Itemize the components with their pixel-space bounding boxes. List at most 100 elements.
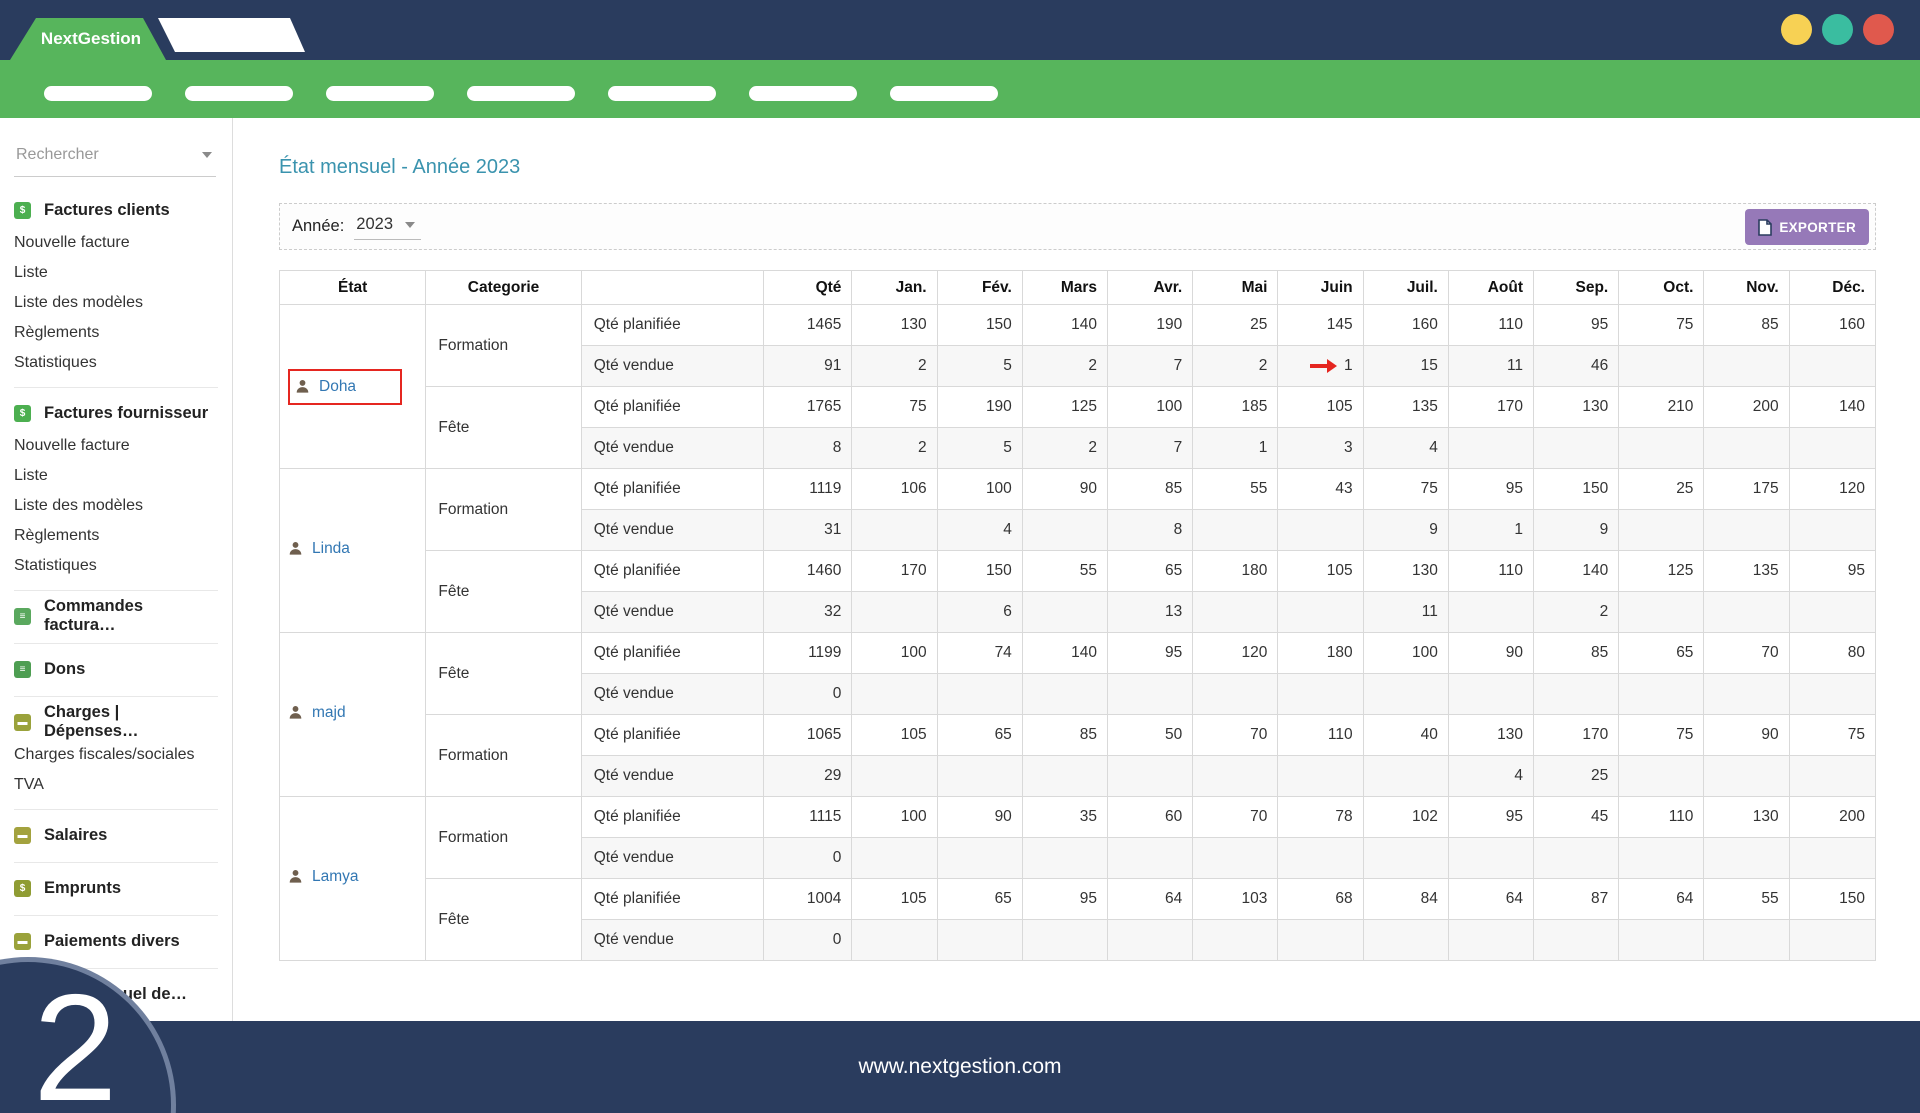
sidebar-item[interactable]: Règlements xyxy=(14,521,218,551)
sidebar-group-label: Factures clients xyxy=(44,201,170,220)
row-label-cell: Qté vendue xyxy=(581,428,763,469)
nav-pill[interactable] xyxy=(608,86,716,101)
sidebar-item[interactable]: Charges fiscales/sociales xyxy=(14,740,218,770)
sidebar: Rechercher $Factures clientsNouvelle fac… xyxy=(0,118,233,1021)
month-value-cell xyxy=(1363,674,1448,715)
person-name-link[interactable]: Lamya xyxy=(312,868,359,886)
sidebar-item[interactable]: Liste des modèles xyxy=(14,491,218,521)
month-value-cell xyxy=(852,920,937,961)
row-label-cell: Qté planifiée xyxy=(581,879,763,920)
month-value-cell xyxy=(1022,920,1107,961)
nav-pill[interactable] xyxy=(467,86,575,101)
sidebar-item[interactable]: Règlements xyxy=(14,318,218,348)
sidebar-item[interactable]: Liste des modèles xyxy=(14,288,218,318)
table-row: LindaFormationQté planifiée1119106100908… xyxy=(280,469,1876,510)
month-value-cell: 120 xyxy=(1193,633,1278,674)
month-value-cell: 140 xyxy=(1789,387,1875,428)
month-value-cell xyxy=(1022,838,1107,879)
month-value-cell: 84 xyxy=(1363,879,1448,920)
window-button-red[interactable] xyxy=(1863,14,1894,45)
window-button-yellow[interactable] xyxy=(1781,14,1812,45)
window-button-teal[interactable] xyxy=(1822,14,1853,45)
sidebar-group-1[interactable]: $Factures fournisseur xyxy=(14,395,218,431)
qty-cell: 91 xyxy=(764,346,852,387)
qty-cell: 1460 xyxy=(764,551,852,592)
month-value-cell: 55 xyxy=(1022,551,1107,592)
sidebar-group-label: Commandes factura… xyxy=(44,597,218,635)
wallet-icon: ▬ xyxy=(14,827,31,844)
person-entry: Linda xyxy=(288,540,350,558)
qty-cell: 0 xyxy=(764,674,852,715)
sidebar-section: $Factures clientsNouvelle factureListeLi… xyxy=(14,185,218,387)
footer-url[interactable]: www.nextgestion.com xyxy=(858,1055,1061,1079)
sidebar-group-7[interactable]: ▬Paiements divers xyxy=(14,923,218,959)
table-row: DohaFormationQté planifiée14651301501401… xyxy=(280,305,1876,346)
month-value-cell: 170 xyxy=(1534,715,1619,756)
month-value-cell xyxy=(1108,838,1193,879)
person-name-link[interactable]: Doha xyxy=(319,378,356,396)
sidebar-item[interactable]: Liste xyxy=(14,461,218,491)
sidebar-item[interactable]: Statistiques xyxy=(14,551,218,581)
month-value-cell xyxy=(1278,920,1363,961)
month-value-cell: 150 xyxy=(1789,879,1875,920)
table-row: FêteQté planifiée17657519012510018510513… xyxy=(280,387,1876,428)
loan-icon: $ xyxy=(14,880,31,897)
sidebar-item[interactable]: Statistiques xyxy=(14,348,218,378)
person-name-link[interactable]: Linda xyxy=(312,540,350,558)
donation-file-icon: ≡ xyxy=(14,661,31,678)
sidebar-item[interactable]: Nouvelle facture xyxy=(14,228,218,258)
month-value-cell: 65 xyxy=(937,879,1022,920)
sidebar-section: ≡Commandes factura… xyxy=(14,590,218,643)
year-select[interactable]: 2023 xyxy=(354,213,421,240)
month-value-cell xyxy=(1789,756,1875,797)
sidebar-group-2[interactable]: ≡Commandes factura… xyxy=(14,598,218,634)
month-value-cell: 85 xyxy=(1108,469,1193,510)
sidebar-item[interactable]: TVA xyxy=(14,770,218,800)
person-name-link[interactable]: majd xyxy=(312,704,346,722)
month-value-cell xyxy=(1534,428,1619,469)
month-value-cell xyxy=(1789,920,1875,961)
month-value-cell xyxy=(1193,838,1278,879)
sidebar-group-5[interactable]: ▬Salaires xyxy=(14,817,218,853)
category-cell: Fête xyxy=(426,387,581,469)
nav-pill[interactable] xyxy=(749,86,857,101)
nav-pill[interactable] xyxy=(185,86,293,101)
export-button-label: EXPORTER xyxy=(1779,220,1856,235)
month-value-cell: 140 xyxy=(1022,633,1107,674)
month-value-cell: 45 xyxy=(1534,797,1619,838)
month-value-cell: 75 xyxy=(852,387,937,428)
month-value-cell xyxy=(937,838,1022,879)
month-value-cell: 125 xyxy=(1022,387,1107,428)
topbar: NextGestion xyxy=(0,0,1920,60)
month-value-cell xyxy=(1363,756,1448,797)
qty-cell: 29 xyxy=(764,756,852,797)
month-value-cell: 1 xyxy=(1278,346,1363,387)
month-value-cell: 210 xyxy=(1619,387,1704,428)
export-button[interactable]: EXPORTER xyxy=(1745,209,1869,245)
sidebar-group-4[interactable]: ▬Charges | Dépenses… xyxy=(14,704,218,740)
month-value-cell: 90 xyxy=(1704,715,1789,756)
month-value-cell: 64 xyxy=(1448,879,1533,920)
sidebar-group-6[interactable]: $Emprunts xyxy=(14,870,218,906)
month-value-cell xyxy=(1193,920,1278,961)
month-value-cell: 65 xyxy=(1108,551,1193,592)
month-value-cell: 50 xyxy=(1108,715,1193,756)
column-header: Fév. xyxy=(937,271,1022,305)
month-value-cell xyxy=(937,756,1022,797)
month-value-cell: 120 xyxy=(1789,469,1875,510)
month-value-cell: 70 xyxy=(1193,715,1278,756)
sidebar-item[interactable]: Nouvelle facture xyxy=(14,431,218,461)
qty-cell: 1004 xyxy=(764,879,852,920)
month-value-cell: 64 xyxy=(1619,879,1704,920)
nav-pill[interactable] xyxy=(44,86,152,101)
month-value-cell: 95 xyxy=(1448,797,1533,838)
column-header: Avr. xyxy=(1108,271,1193,305)
search-select[interactable]: Rechercher xyxy=(14,142,216,177)
nav-pill[interactable] xyxy=(890,86,998,101)
sidebar-group-3[interactable]: ≡Dons xyxy=(14,651,218,687)
nav-pill[interactable] xyxy=(326,86,434,101)
month-value-cell: 130 xyxy=(852,305,937,346)
month-value-cell: 55 xyxy=(1704,879,1789,920)
sidebar-group-0[interactable]: $Factures clients xyxy=(14,192,218,228)
sidebar-item[interactable]: Liste xyxy=(14,258,218,288)
